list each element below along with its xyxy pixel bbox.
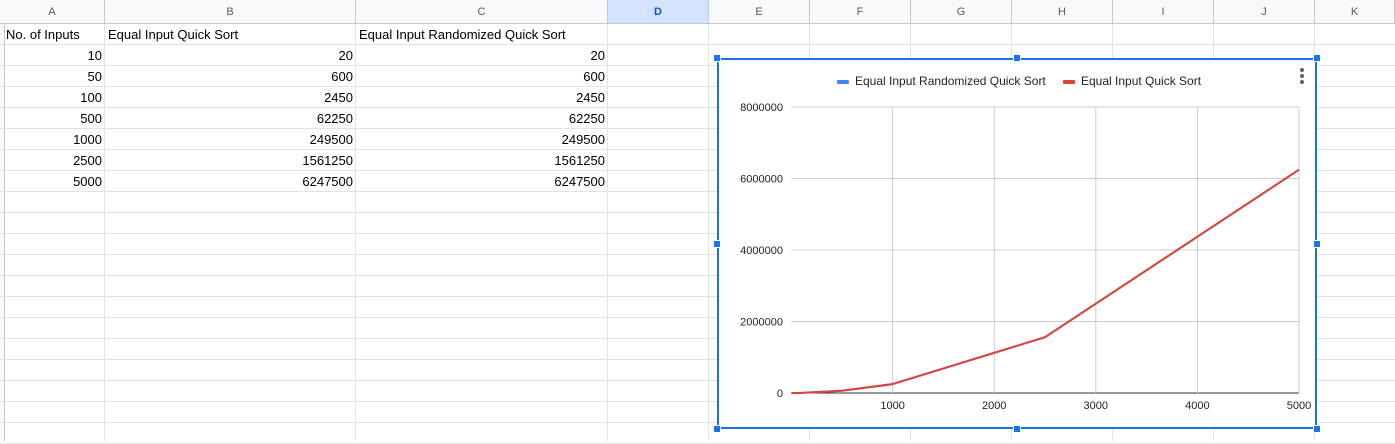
column-header-d[interactable]: D [608, 0, 709, 24]
data-cell[interactable]: 249500 [105, 129, 356, 150]
header-cell[interactable]: No. of Inputs [3, 24, 105, 45]
resize-handle[interactable] [713, 425, 721, 433]
y-tick-label: 6000000 [740, 174, 783, 186]
column-header-h[interactable]: H [1012, 0, 1113, 24]
x-tick-label: 5000 [1287, 400, 1311, 412]
data-cell[interactable]: 20 [356, 45, 608, 66]
data-cell[interactable]: 10 [3, 45, 105, 66]
header-cell[interactable]: Equal Input Quick Sort [105, 24, 356, 45]
legend-swatch-randomized-quick-sort [837, 80, 849, 84]
column-header-j[interactable]: J [1214, 0, 1315, 24]
header-cell[interactable]: Equal Input Randomized Quick Sort [356, 24, 608, 45]
x-tick-label: 3000 [1084, 400, 1108, 412]
data-cell[interactable]: 1561250 [105, 150, 356, 171]
resize-handle[interactable] [1313, 239, 1321, 248]
data-cell[interactable]: 2500 [3, 150, 105, 171]
legend-label-randomized-quick-sort[interactable]: Equal Input Randomized Quick Sort [855, 74, 1046, 88]
data-cell[interactable]: 20 [105, 45, 356, 66]
data-cell[interactable]: 6247500 [356, 171, 608, 192]
column-header-g[interactable]: G [911, 0, 1012, 24]
resize-handle[interactable] [1313, 425, 1321, 433]
kebab-menu-icon[interactable] [1299, 66, 1305, 86]
legend-swatch-quick-sort [1063, 80, 1075, 84]
column-header-c[interactable]: C [356, 0, 608, 24]
data-cell[interactable]: 100 [3, 87, 105, 108]
x-tick-label: 4000 [1185, 400, 1209, 412]
data-cell[interactable]: 2450 [356, 87, 608, 108]
legend-label-quick-sort[interactable]: Equal Input Quick Sort [1081, 74, 1202, 88]
y-tick-label: 8000000 [740, 102, 783, 114]
x-tick-label: 2000 [982, 400, 1006, 412]
data-cell[interactable]: 500 [3, 108, 105, 129]
data-cell[interactable]: 50 [3, 66, 105, 87]
resize-handle[interactable] [713, 54, 721, 62]
y-tick-label: 4000000 [740, 245, 783, 257]
y-tick-label: 2000000 [740, 317, 783, 329]
x-tick-label: 1000 [880, 400, 904, 412]
data-cell[interactable]: 1561250 [356, 150, 608, 171]
resize-handle[interactable] [1013, 54, 1021, 62]
data-cell[interactable]: 62250 [105, 108, 356, 129]
data-cell[interactable]: 6247500 [105, 171, 356, 192]
y-tick-label: 0 [777, 388, 783, 400]
column-header-b[interactable]: B [105, 0, 356, 24]
data-cell[interactable]: 249500 [356, 129, 608, 150]
series-line-quick-sort[interactable] [792, 168, 1300, 394]
chart-canvas: 0 2000000 4000000 6000000 8000000 1000 2000 300… [740, 74, 1311, 412]
series-line-randomized-quick-sort[interactable] [792, 168, 1300, 394]
data-cell[interactable]: 600 [356, 66, 608, 87]
line-chart[interactable]: 0 2000000 4000000 6000000 8000000 1000 2000 300… [713, 54, 1321, 433]
data-cell[interactable]: 2450 [105, 87, 356, 108]
data-cell[interactable]: 62250 [356, 108, 608, 129]
resize-handle[interactable] [713, 239, 721, 248]
column-header-f[interactable]: F [810, 0, 911, 24]
column-header-i[interactable]: I [1113, 0, 1214, 24]
data-cell[interactable]: 1000 [3, 129, 105, 150]
column-header-a[interactable]: A [0, 0, 105, 24]
column-header-k[interactable]: K [1315, 0, 1395, 24]
resize-handle[interactable] [1013, 425, 1021, 433]
data-cell[interactable]: 600 [105, 66, 356, 87]
data-cell[interactable]: 5000 [3, 171, 105, 192]
resize-handle[interactable] [1313, 54, 1321, 62]
column-header-e[interactable]: E [709, 0, 810, 24]
